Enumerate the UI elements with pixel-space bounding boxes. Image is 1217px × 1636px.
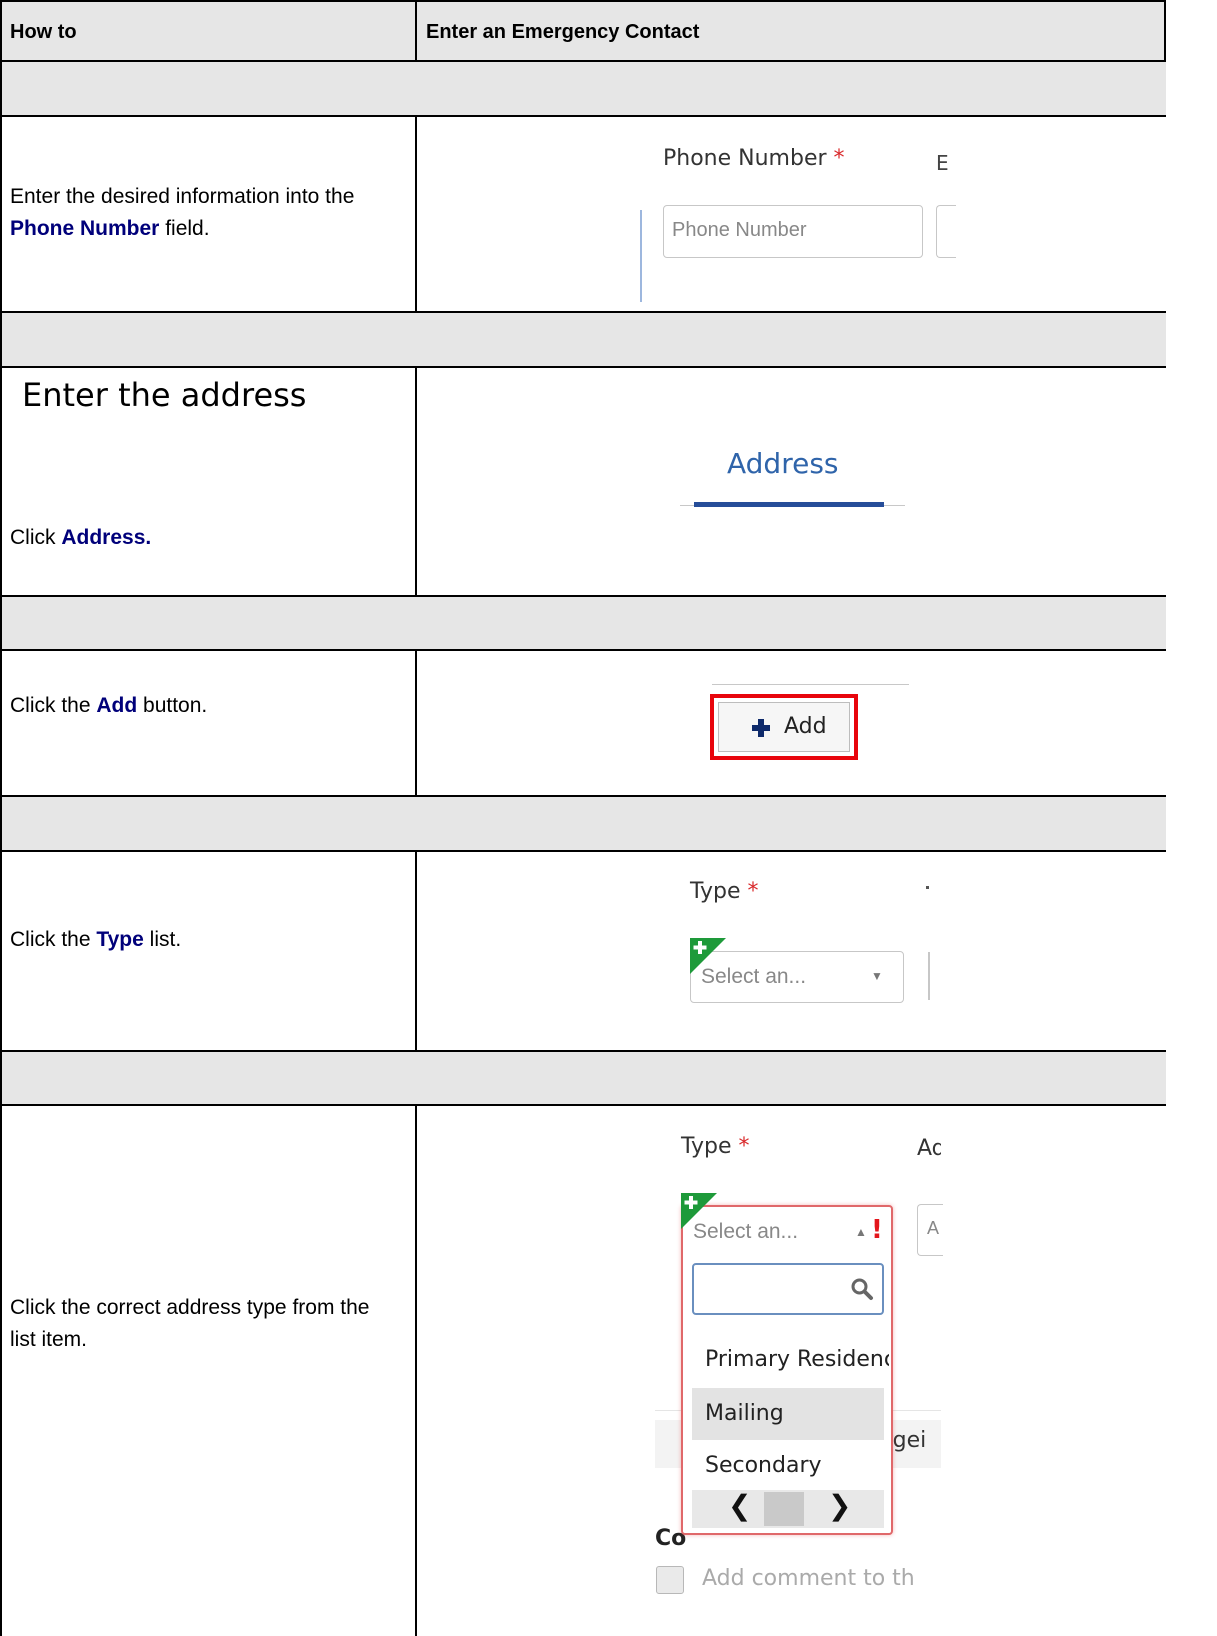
focus-bar bbox=[640, 210, 642, 302]
keyword-add: Add bbox=[96, 694, 138, 717]
plus-icon bbox=[752, 719, 770, 737]
horizontal-scrollbar[interactable]: ❮ ❯ bbox=[692, 1489, 884, 1528]
comment-checkbox-label: Add comment to th bbox=[702, 1566, 915, 1591]
phone-number-placeholder: Phone Number bbox=[672, 219, 807, 241]
instruction-text: Click the bbox=[10, 928, 97, 951]
row-divider bbox=[0, 850, 1166, 852]
instruction-text: list. bbox=[143, 928, 182, 951]
instruction-text: field. bbox=[159, 217, 210, 240]
instruction-text: Enter the desired information into the bbox=[10, 185, 355, 208]
step-instruction-phone: Enter the desired information into the P… bbox=[10, 181, 410, 245]
type-label: Type * bbox=[681, 1134, 750, 1159]
step-instruction-type-list: Click the Type list. bbox=[10, 924, 181, 956]
chevron-left-icon[interactable]: ❮ bbox=[728, 1489, 751, 1522]
column-divider bbox=[415, 116, 417, 312]
list-item[interactable]: Secondary bbox=[705, 1453, 822, 1478]
section-heading-address: Enter the address bbox=[22, 376, 307, 414]
column-divider bbox=[415, 1105, 417, 1636]
instruction-text: button. bbox=[137, 694, 208, 717]
list-item[interactable]: Mailing bbox=[705, 1401, 784, 1426]
keyword-phone-number: Phone Number bbox=[10, 217, 160, 240]
search-icon bbox=[851, 1278, 873, 1300]
instruction-text: Click the bbox=[10, 694, 97, 717]
divider-line bbox=[712, 684, 909, 685]
row-divider bbox=[0, 366, 1166, 368]
error-icon: ! bbox=[871, 1215, 883, 1245]
adjacent-input-fragment bbox=[928, 952, 930, 1000]
type-label: Type * bbox=[690, 879, 759, 904]
chevron-right-icon[interactable]: ❯ bbox=[828, 1489, 851, 1522]
scrollbar-thumb[interactable] bbox=[764, 1492, 804, 1526]
tab-address[interactable]: Address bbox=[727, 447, 839, 480]
add-button[interactable]: Add bbox=[718, 702, 850, 752]
spacer-row bbox=[0, 62, 1166, 116]
spacer-row bbox=[0, 1052, 1166, 1105]
header-how-to: How to bbox=[10, 21, 77, 43]
comment-checkbox[interactable] bbox=[656, 1566, 684, 1594]
keyword-address: Address. bbox=[61, 526, 152, 549]
new-item-flag-icon bbox=[681, 1193, 717, 1229]
required-asterisk: * bbox=[738, 1134, 750, 1159]
new-item-flag-icon bbox=[690, 938, 726, 974]
keyword-type: Type bbox=[96, 928, 144, 951]
phone-number-label: Phone Number * bbox=[663, 146, 845, 171]
row-divider bbox=[0, 649, 1166, 651]
column-divider bbox=[415, 851, 417, 1051]
spacer-row bbox=[0, 797, 1166, 851]
adjacent-input-fragment[interactable] bbox=[936, 205, 956, 258]
add-button-label: Add bbox=[784, 714, 827, 739]
truncated-label-fragment: Ad bbox=[917, 1136, 941, 1161]
column-divider bbox=[415, 367, 417, 596]
chevron-down-icon: ▼ bbox=[871, 969, 883, 983]
adjacent-input-placeholder: A bbox=[927, 1218, 940, 1238]
chevron-up-icon: ▲ bbox=[855, 1225, 867, 1239]
column-divider bbox=[415, 0, 417, 62]
tab-active-indicator bbox=[694, 502, 884, 507]
adjacent-input-fragment[interactable]: A bbox=[917, 1204, 943, 1256]
truncated-label-fragment: E bbox=[936, 151, 949, 175]
dropdown-search-input[interactable] bbox=[692, 1263, 884, 1315]
type-dropdown[interactable]: Select an... ▲ ! Primary Residenc Mailin… bbox=[681, 1205, 893, 1535]
truncated-label-fragment bbox=[926, 886, 929, 889]
required-asterisk: * bbox=[747, 879, 759, 904]
instruction-text: Click bbox=[10, 526, 62, 549]
header-procedure-title: Enter an Emergency Contact bbox=[426, 21, 700, 43]
spacer-row bbox=[0, 597, 1166, 650]
step-instruction-type-select: Click the correct address type from the … bbox=[10, 1296, 370, 1351]
procedure-table: How to Enter an Emergency Contact Enter … bbox=[0, 0, 1166, 1636]
spacer-row bbox=[0, 313, 1166, 367]
required-asterisk: * bbox=[833, 146, 845, 171]
list-item[interactable]: Primary Residenc bbox=[705, 1347, 889, 1372]
step-instruction-address: Click Address. bbox=[10, 522, 151, 554]
column-divider bbox=[415, 650, 417, 796]
step-instruction-add: Click the Add button. bbox=[10, 690, 207, 722]
row-divider bbox=[0, 115, 1166, 117]
table-left-border bbox=[0, 0, 2, 1636]
row-divider bbox=[0, 1104, 1166, 1106]
phone-number-input[interactable]: Phone Number bbox=[663, 205, 923, 258]
